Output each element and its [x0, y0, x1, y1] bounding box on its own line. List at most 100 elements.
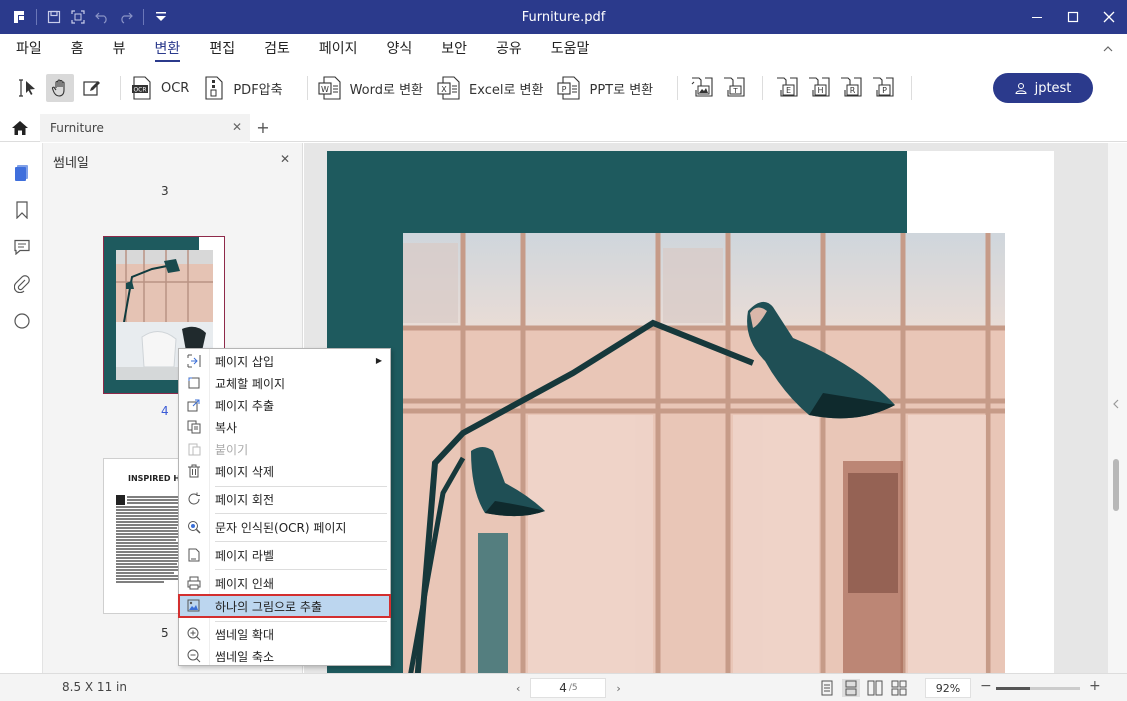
menu-convert[interactable]: 변환 [154, 34, 180, 62]
ocr-label: OCR [161, 80, 190, 96]
print-icon [179, 572, 209, 594]
search-icon[interactable] [0, 302, 43, 339]
panel-close-icon[interactable]: ✕ [280, 152, 290, 166]
to-image-icon[interactable] [688, 74, 716, 102]
current-page: 4 [559, 681, 567, 695]
menu-delete-page[interactable]: 페이지 삭제 [179, 460, 390, 482]
hand-tool-icon[interactable] [46, 74, 74, 102]
thumbnails-icon[interactable] [0, 154, 43, 191]
total-pages: /5 [568, 683, 578, 693]
continuous-view-icon[interactable] [842, 679, 860, 697]
two-page-view-icon[interactable] [866, 679, 884, 697]
copy-icon [179, 416, 209, 438]
ppt-icon: P [557, 76, 581, 100]
previous-page-icon[interactable]: ‹ [516, 682, 520, 695]
menu-replace-page[interactable]: 교체할 페이지 [179, 372, 390, 394]
menu-separator [215, 486, 387, 487]
scrollbar-thumb[interactable] [1113, 459, 1119, 511]
title-bar: Furniture.pdf [0, 0, 1127, 34]
menu-file[interactable]: 파일 [16, 34, 42, 62]
zoom-slider[interactable] [996, 687, 1080, 690]
tab-furniture[interactable]: Furniture ✕ [40, 113, 250, 142]
fit-page-icon[interactable] [67, 6, 89, 28]
menu-edit[interactable]: 편집 [209, 34, 235, 62]
menu-zoom-out-thumbnail[interactable]: 썸네일 축소 [179, 645, 390, 667]
to-word-button[interactable]: W Word로 변환 [318, 76, 423, 100]
user-account-button[interactable]: jptest [993, 73, 1093, 103]
divider [677, 76, 679, 100]
divider [143, 9, 144, 25]
svg-text:P: P [882, 86, 887, 95]
menu-form[interactable]: 양식 [386, 34, 412, 62]
page-number-input[interactable]: 4 /5 [530, 678, 607, 698]
menu-page[interactable]: 페이지 [319, 34, 358, 62]
edit-tool-icon[interactable] [78, 74, 106, 102]
menu-view[interactable]: 뷰 [113, 34, 126, 62]
attachment-icon[interactable] [0, 265, 43, 302]
zoom-out-icon [179, 645, 209, 667]
to-rtf-icon[interactable]: R [837, 74, 865, 102]
ocr-button[interactable]: OCR OCR [131, 76, 189, 100]
collapse-ribbon-icon[interactable] [1103, 42, 1113, 56]
menu-help[interactable]: 도움말 [551, 34, 590, 62]
menu-page-label[interactable]: 페이지 라벨 [179, 544, 390, 566]
menu-print-page[interactable]: 페이지 인쇄 [179, 572, 390, 594]
to-text-icon[interactable]: T [720, 74, 748, 102]
comment-icon[interactable] [0, 228, 43, 265]
app-logo-icon[interactable] [8, 6, 30, 28]
document-tab-bar: Furniture ✕ + [0, 113, 1127, 142]
bookmark-icon[interactable] [0, 191, 43, 228]
new-tab-icon[interactable]: + [250, 118, 276, 137]
save-icon[interactable] [43, 6, 65, 28]
menu-rotate-page[interactable]: 페이지 회전 [179, 488, 390, 510]
minimize-button[interactable] [1019, 0, 1055, 34]
tab-close-icon[interactable]: ✕ [232, 120, 242, 134]
extract-page-icon [179, 394, 209, 416]
menu-bar: 파일 홈 뷰 변환 편집 검토 페이지 양식 보안 공유 도움말 [0, 34, 1127, 62]
trash-icon [179, 460, 209, 482]
menu-share[interactable]: 공유 [496, 34, 522, 62]
menu-separator [215, 569, 387, 570]
image-extract-icon [179, 595, 209, 617]
next-page-icon[interactable]: › [616, 682, 620, 695]
to-pdfa-icon[interactable]: P [869, 74, 897, 102]
menu-extract-as-image[interactable]: 하나의 그림으로 추출 [178, 594, 391, 618]
zoom-slider-fill [996, 687, 1030, 690]
menu-separator [215, 621, 387, 622]
menu-zoom-in-thumbnail[interactable]: 썸네일 확대 [179, 623, 390, 645]
home-icon[interactable] [0, 114, 40, 142]
status-bar: 8.5 X 11 in ‹ 4 /5 › 92% − + [0, 673, 1127, 701]
page-number-3: 3 [161, 184, 169, 198]
menu-insert-page[interactable]: 페이지 삽입 ▶ [179, 350, 390, 372]
zoom-out-button[interactable]: − [980, 678, 992, 694]
customize-dropdown-icon[interactable] [150, 6, 172, 28]
menu-home[interactable]: 홈 [71, 34, 84, 62]
menu-security[interactable]: 보안 [441, 34, 467, 62]
quick-access-toolbar [0, 6, 172, 28]
to-epub-icon[interactable]: E [773, 74, 801, 102]
to-excel-button[interactable]: X Excel로 변환 [437, 76, 543, 100]
svg-text:W: W [321, 85, 329, 94]
ribbon-toolbar: OCR OCR PDF압축 W Word로 변환 X Excel로 변환 P P… [0, 62, 1127, 114]
redo-icon[interactable] [115, 6, 137, 28]
document-viewer[interactable] [304, 143, 1108, 673]
compress-pdf-button[interactable]: PDF압축 [203, 76, 283, 100]
select-tool-icon[interactable] [14, 74, 42, 102]
menu-review[interactable]: 검토 [264, 34, 290, 62]
grid-view-icon[interactable] [890, 679, 908, 697]
menu-copy[interactable]: 복사 [179, 416, 390, 438]
close-button[interactable] [1091, 0, 1127, 34]
to-ppt-button[interactable]: P PPT로 변환 [557, 76, 653, 100]
pdf-page [327, 151, 1054, 673]
undo-icon[interactable] [91, 6, 113, 28]
menu-extract-page[interactable]: 페이지 추출 [179, 394, 390, 416]
collapse-right-panel-icon[interactable] [1113, 399, 1119, 412]
single-page-view-icon[interactable] [818, 679, 836, 697]
to-html-icon[interactable]: H [805, 74, 833, 102]
menu-ocr-page[interactable]: 문자 인식된(OCR) 페이지 [179, 516, 390, 538]
vertical-scrollbar[interactable] [1108, 143, 1127, 673]
zoom-in-button[interactable]: + [1089, 678, 1101, 694]
maximize-button[interactable] [1055, 0, 1091, 34]
zoom-level[interactable]: 92% [925, 678, 971, 698]
replace-page-icon [179, 372, 209, 394]
